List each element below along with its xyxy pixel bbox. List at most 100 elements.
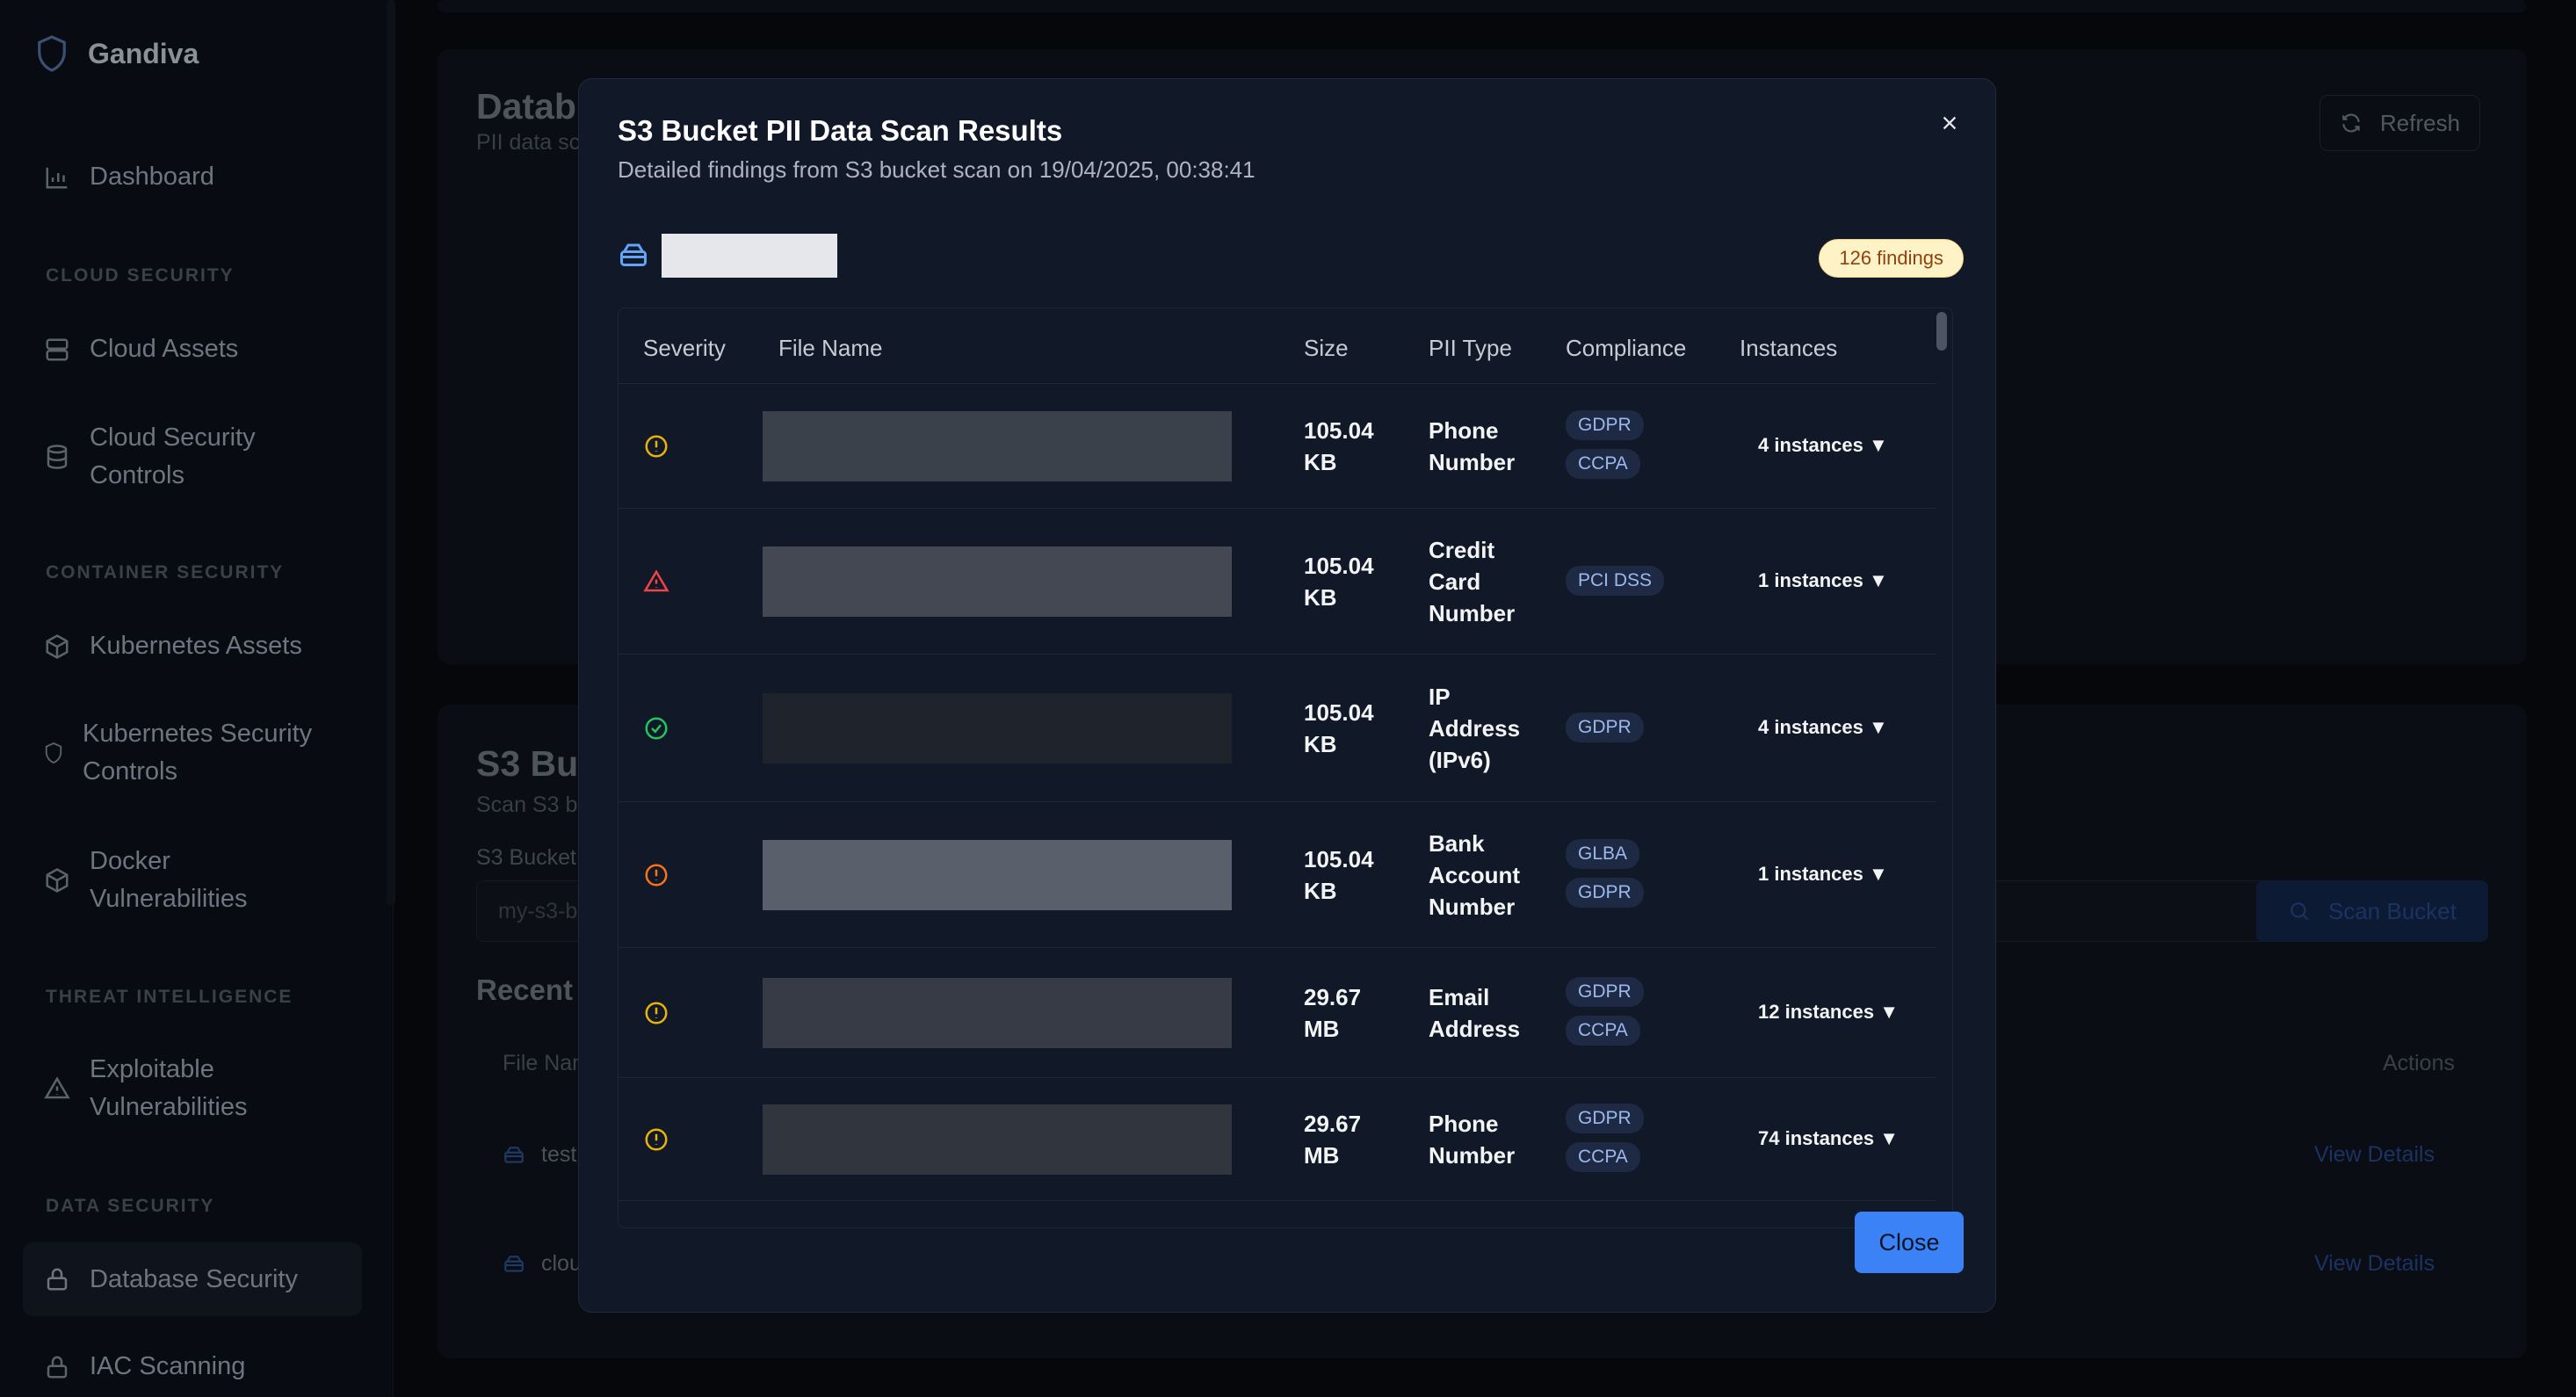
instances-toggle[interactable]: 4 instances ▼ [1758, 434, 1888, 457]
modal-close-x-button[interactable] [1934, 107, 1965, 139]
compliance-badge: CCPA [1566, 449, 1640, 479]
sidebar-item-database-security[interactable]: Database Security [23, 1242, 362, 1316]
sidebar-item-label-wrap: Kubernetes Security Controls [83, 715, 312, 791]
bar-chart-icon [46, 167, 68, 188]
table-row[interactable]: 105.04 KB IP Address (IPv6) GDPR 4 instances ▼ [619, 655, 1936, 802]
view-details-link[interactable]: View Details [2314, 1142, 2435, 1168]
alert-circle-icon [643, 1000, 669, 1026]
server-icon [46, 338, 69, 360]
sidebar-item-label: Cloud Security [90, 423, 256, 452]
file-name-redacted [763, 546, 1232, 617]
view-details-link[interactable]: View Details [2314, 1251, 2435, 1277]
file-size: 29.67 MB [1304, 984, 1362, 1042]
table-row[interactable]: 29.67 MB Email Address GDPR CCPA 12 instances … [619, 948, 1936, 1078]
sidebar-item-kubernetes-assets[interactable]: Kubernetes Assets [23, 627, 362, 665]
sidebar-item-docker-vulnerabilities[interactable]: Docker Vulnerabilities [23, 843, 362, 918]
sidebar-item-label: Kubernetes Assets [90, 632, 302, 660]
table-row[interactable]: 105.04 KB Credit Card Number PCI DSS 1 instanc… [619, 509, 1936, 655]
sidebar-item-label: Dashboard [90, 163, 214, 191]
hard-drive-icon [504, 1146, 524, 1163]
database-icon [47, 445, 68, 469]
instances-toggle[interactable]: 12 instances ▼ [1758, 1001, 1899, 1024]
table-row[interactable]: 105.04 KB Phone Number GDPR CCPA 4 instances ▼ [619, 384, 1936, 509]
findings-count-badge: 126 findings [1819, 239, 1964, 278]
file-name-redacted [763, 693, 1232, 764]
sidebar-section-container: CONTAINER SECURITY [46, 562, 285, 583]
s3-bucket-input-placeholder: my-s3-b [498, 899, 578, 923]
th-compliance: Compliance [1566, 335, 1687, 361]
refresh-button[interactable]: Refresh [2319, 95, 2481, 151]
bucket-name-row [618, 234, 837, 278]
s3-card-title: S3 Bu [476, 743, 579, 784]
col-file-name: File Nam [503, 1051, 591, 1075]
sidebar-item-iac-scanning[interactable]: IAC Scanning [23, 1348, 362, 1386]
sidebar-section-data: DATA SECURITY [46, 1196, 215, 1216]
sidebar-item-label: Database Security [90, 1264, 298, 1293]
db-card-title: Datab [476, 86, 576, 127]
modal-title: S3 Bucket PII Data Scan Results [618, 114, 1063, 147]
sidebar-item-cloud-security-controls[interactable]: Cloud Security Controls [23, 419, 362, 495]
findings-table: Severity File Name Size PII Type Complia… [618, 308, 1953, 1228]
compliance-tags: GDPR [1566, 713, 1644, 742]
sidebar-item-label: Cloud Assets [90, 335, 239, 363]
sidebar-section-threat: THREAT INTELLIGENCE [46, 987, 293, 1007]
compliance-badge: CCPA [1566, 1016, 1640, 1046]
modal-description: Detailed findings from S3 bucket scan on… [618, 156, 1255, 183]
container-icon [46, 868, 69, 893]
compliance-tags: PCI DSS [1566, 566, 1665, 596]
check-circle-icon [643, 715, 669, 742]
table-header: Severity File Name Size PII Type Complia… [619, 308, 1936, 384]
file-name-redacted [763, 1104, 1232, 1175]
s3-card-subtitle: Scan S3 b [476, 793, 578, 817]
compliance-badge: GLBA [1566, 839, 1640, 869]
hard-drive-icon [620, 243, 647, 266]
file-name-redacted [763, 978, 1232, 1048]
instances-toggle[interactable]: 4 instances ▼ [1758, 716, 1888, 739]
pii-type: Bank Account Number [1429, 830, 1520, 920]
redaction-pixels [763, 978, 1232, 1048]
close-button[interactable]: Close [1855, 1212, 1964, 1273]
redaction-pixels [763, 693, 1232, 764]
file-size: 105.04 KB [1304, 417, 1374, 475]
sidebar-item-cloud-assets[interactable]: Cloud Assets [23, 330, 362, 368]
compliance-badge: GDPR [1566, 713, 1644, 742]
pii-type: Phone Number [1429, 1111, 1516, 1169]
sidebar-item-label-wrap: Exploitable Vulnerabilities [90, 1051, 247, 1126]
sidebar-scrollbar[interactable] [387, 0, 395, 905]
app-name: Gandiva [88, 37, 199, 69]
sidebar-item-label: Exploitable [90, 1055, 214, 1083]
compliance-badge: GDPR [1566, 410, 1644, 440]
th-size: Size [1304, 335, 1349, 361]
compliance-tags: GDPR CCPA [1566, 1104, 1644, 1172]
sidebar-item-label: Kubernetes Security [83, 720, 313, 748]
bucket-name-redacted [662, 234, 837, 278]
compliance-badge: CCPA [1566, 1142, 1640, 1172]
sidebar-item-exploitable-vulnerabilities[interactable]: Exploitable Vulnerabilities [23, 1051, 362, 1126]
sidebar-item-label-2: Vulnerabilities [90, 1093, 248, 1121]
table-row[interactable]: 105.04 KB Bank Account Number GLBA GDPR 1 insta… [619, 802, 1936, 948]
table-row[interactable]: 29.67 MB Phone Number GDPR CCPA 74 instances ▼ [619, 1078, 1936, 1201]
compliance-tags: GLBA GDPR [1566, 839, 1644, 908]
instances-toggle[interactable]: 1 instances ▼ [1758, 863, 1888, 886]
sidebar: Gandiva Dashboard CLOUD SECURITY Cloud A… [0, 0, 395, 1397]
redaction-pixels [763, 840, 1232, 910]
redaction-pixels [763, 411, 1232, 481]
table-scrollbar[interactable] [1936, 308, 1947, 1227]
sidebar-item-label-wrap: Cloud Security Controls [90, 419, 256, 495]
th-pii-type: PII Type [1429, 335, 1512, 361]
sidebar-item-label: Docker [90, 847, 170, 875]
compliance-tags: GDPR CCPA [1566, 977, 1644, 1046]
sidebar-item-kubernetes-security-controls[interactable]: Kubernetes Security Controls [23, 715, 362, 791]
compliance-badge: PCI DSS [1566, 566, 1665, 596]
search-icon [2290, 902, 2309, 921]
scan-bucket-button[interactable]: Scan Bucket [2256, 880, 2488, 942]
file-size: 105.04 KB [1304, 553, 1374, 611]
brand[interactable]: Gandiva [35, 33, 199, 74]
instances-toggle[interactable]: 74 instances ▼ [1758, 1127, 1899, 1150]
sidebar-section-cloud: CLOUD SECURITY [46, 265, 235, 286]
recent-row: clou [503, 1251, 582, 1277]
sidebar-item-label-2: Vulnerabilities [90, 885, 248, 913]
sidebar-item-dashboard[interactable]: Dashboard [23, 158, 362, 196]
instances-toggle[interactable]: 1 instances ▼ [1758, 569, 1888, 592]
table-scrollbar-thumb[interactable] [1936, 312, 1947, 351]
